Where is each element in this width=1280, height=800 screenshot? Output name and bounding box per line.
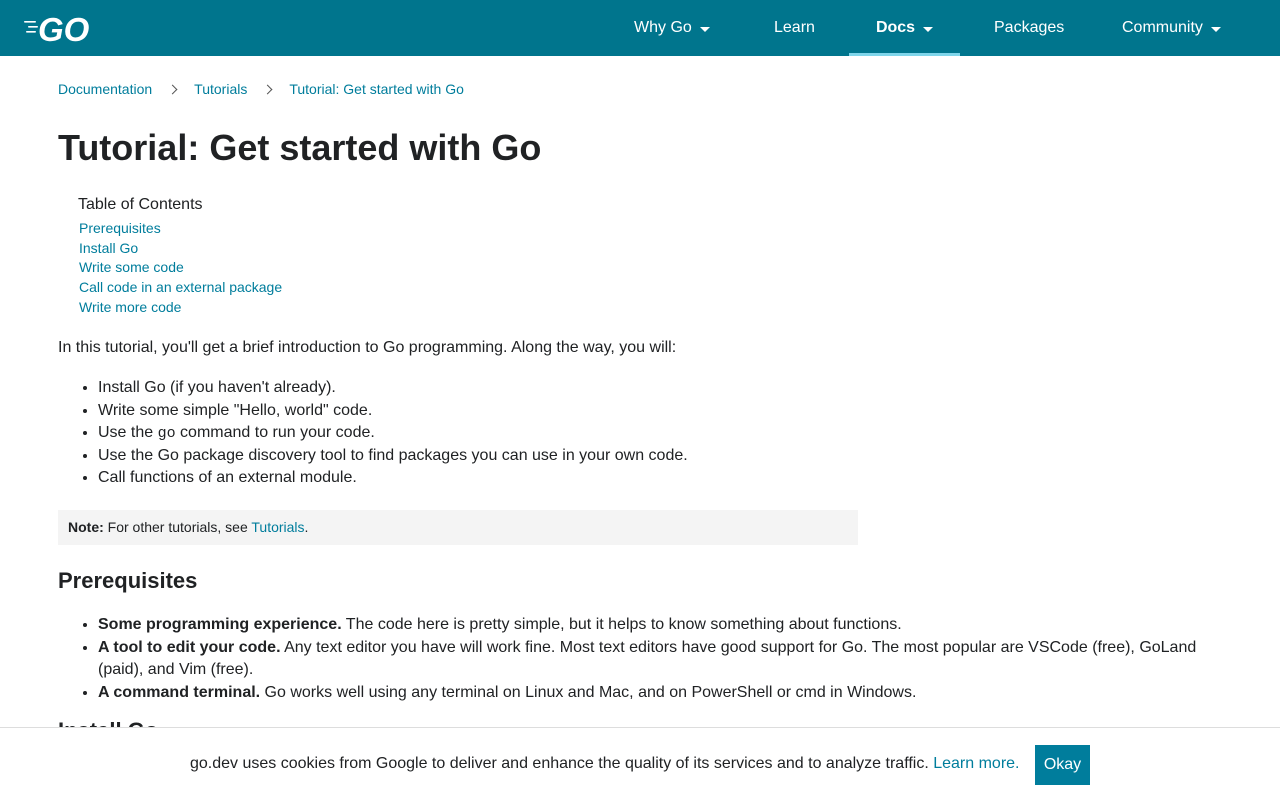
intro-paragraph: In this tutorial, you'll get a brief int… [58,339,677,356]
chevron-right-icon [262,84,273,94]
caret-down-icon [699,26,710,32]
list-item: A command terminal. Go works well using … [98,682,1218,705]
list-item: Call functions of an external module. [98,468,688,491]
note-end: . [304,519,309,535]
cookie-text: go.dev uses cookies from Google to deliv… [190,755,934,772]
breadcrumb-current[interactable]: Tutorial: Get started with Go [289,81,464,97]
list-item-text: Go works well using any terminal on Linu… [260,683,917,701]
learn-more-link[interactable]: Learn more. [933,755,1019,772]
list-item: Use the Go package discovery tool to fin… [98,446,688,469]
prerequisites-heading: Prerequisites [58,568,198,593]
nav-packages-label: Packages [994,19,1065,36]
note-label: Note: [68,519,104,535]
tutorial-goals-list: Install Go (if you haven't already). Wri… [98,378,688,491]
nav-packages[interactable]: Packages [994,0,1064,56]
logo-text: GO [38,12,90,44]
list-item: Write some simple "Hello, world" code. [98,401,688,424]
nav-community-label: Community [1122,19,1203,36]
toc-item-write-some-code[interactable]: Write some code [79,258,282,278]
nav-why-go-label: Why Go [634,19,692,36]
active-nav-underline [849,53,960,56]
toc-item-write-more-code[interactable]: Write more code [79,298,282,318]
list-item-text: The code here is pretty simple, but it h… [341,616,902,633]
cookie-message: go.dev uses cookies from Google to deliv… [190,755,1020,773]
go-logo[interactable]: GO [24,12,108,44]
list-item-bold: A command terminal. [98,683,261,701]
nav-learn[interactable]: Learn [774,0,815,56]
tutorials-link[interactable]: Tutorials [251,519,304,535]
list-item-bold: Some programming experience. [98,616,342,633]
breadcrumb-tutorials[interactable]: Tutorials [194,81,247,97]
nav-community[interactable]: Community [1122,0,1221,56]
page-title: Tutorial: Get started with Go [58,127,542,168]
list-item-text: Use the [98,424,158,441]
toc-item-call-external-package[interactable]: Call code in an external package [79,278,282,298]
nav-docs[interactable]: Docs [849,0,960,56]
nav-why-go[interactable]: Why Go [634,0,710,56]
list-item-bold: A tool to edit your code. [98,638,281,656]
breadcrumb-documentation[interactable]: Documentation [58,81,152,97]
toc-heading: Table of Contents [78,196,203,213]
list-item: Install Go (if you haven't already). [98,378,688,401]
note-box: Note: For other tutorials, see Tutorials… [58,510,858,545]
breadcrumb: Documentation Tutorials Tutorial: Get st… [58,80,464,98]
table-of-contents: Prerequisites Install Go Write some code… [79,219,282,317]
okay-button[interactable]: Okay [1035,745,1090,785]
nav-docs-label: Docs [875,19,916,36]
note-text: For other tutorials, see [103,519,252,535]
prerequisites-list: Some programming experience. The code he… [98,614,1218,704]
site-header: GO Why Go Learn Docs Packages Community [0,0,1280,56]
chevron-right-icon [167,84,178,94]
caret-down-icon [923,26,934,32]
cookie-banner: go.dev uses cookies from Google to deliv… [0,727,1280,800]
inline-code: go [157,425,176,442]
list-item-text: command to run your code. [175,424,375,441]
toc-item-install-go[interactable]: Install Go [79,239,282,259]
caret-down-icon [1210,26,1221,32]
nav-learn-label: Learn [774,19,815,36]
list-item: Use the go command to run your code. [98,423,688,446]
list-item: Some programming experience. The code he… [98,614,1218,637]
list-item: A tool to edit your code. Any text edito… [98,637,1218,682]
toc-item-prerequisites[interactable]: Prerequisites [79,219,282,239]
